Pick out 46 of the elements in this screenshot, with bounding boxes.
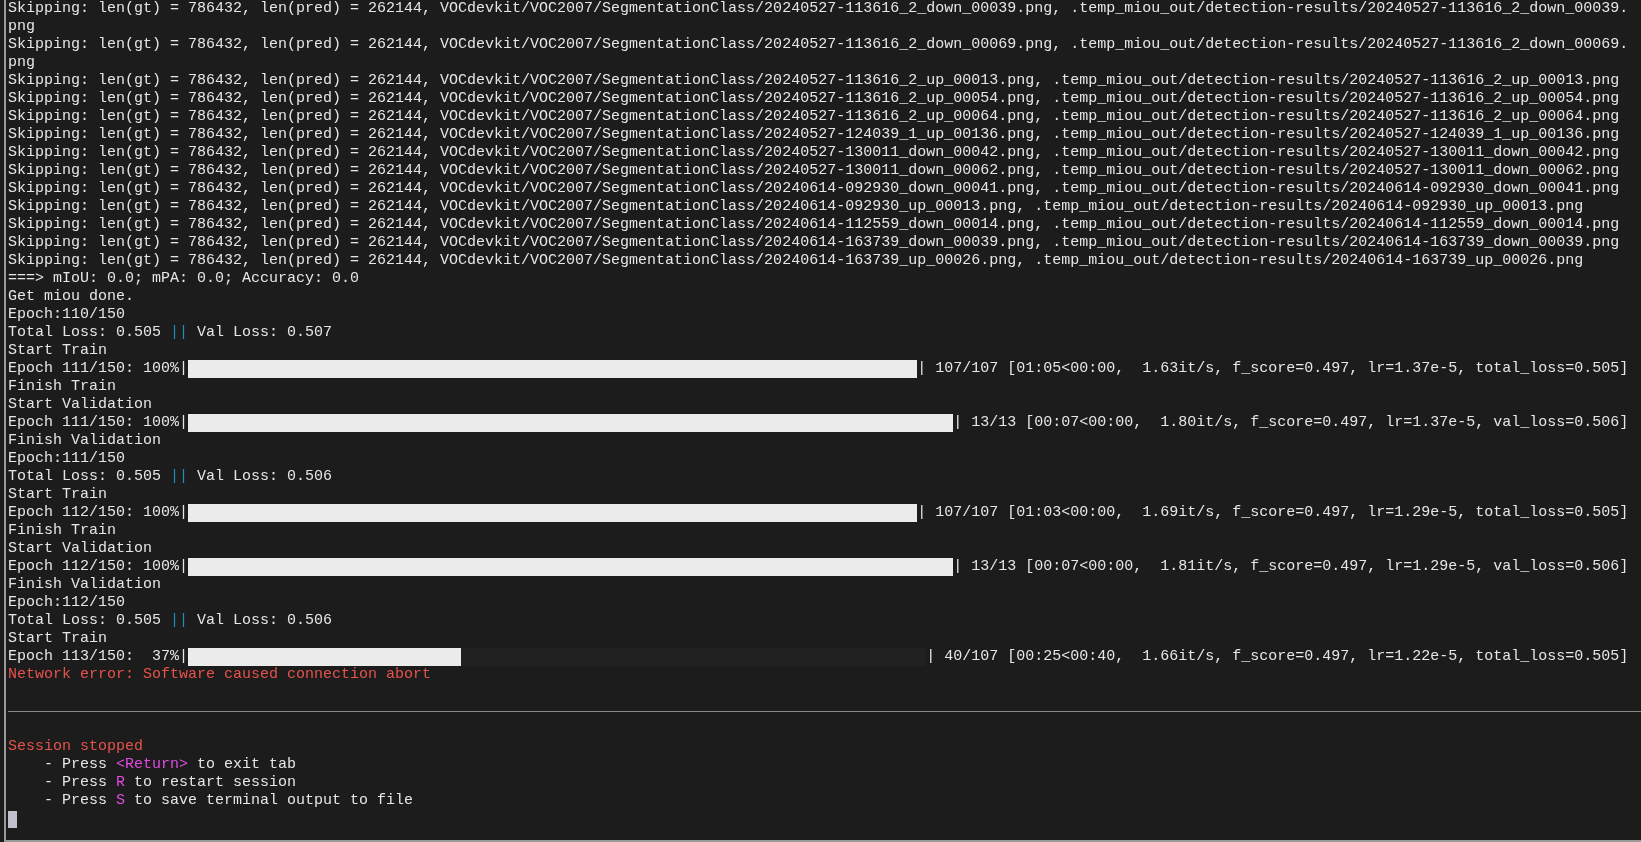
progress-stats: | 40/107 [00:25<00:40, 1.66it/s, f_score=0.497, lr=1.22e-5, total_loss=0.505] <box>926 648 1629 666</box>
instruction-text: - Press <Return> to exit tab <box>43 756 297 774</box>
terminal-line: Start Train <box>8 630 109 648</box>
text-cursor <box>8 810 17 828</box>
progress-label: Epoch 113/150: 37%| <box>8 648 189 666</box>
terminal-line: Epoch:110/150 <box>8 306 127 324</box>
terminal-line: Skipping: len(gt) = 786432, len(pred) = 262144, VOCdevkit/VOC2007/SegmentationClass/20240614-163739_down_00039.png, .temp_miou_out/detection-results/20240614-163739_down_00039.png <box>8 234 1621 252</box>
instruction-text: - Press R to restart session <box>43 774 297 792</box>
progress-label: Epoch 112/150: 100%| <box>8 558 189 576</box>
progress-label: Epoch 111/150: 100%| <box>8 360 189 378</box>
terminal-line: Finish Validation <box>8 432 163 450</box>
progress-stats: | 13/13 [00:07<00:00, 1.80it/s, f_score=0.497, lr=1.37e-5, val_loss=0.506] <box>953 414 1629 432</box>
terminal-line: Skipping: len(gt) = 786432, len(pred) = 262144, VOCdevkit/VOC2007/SegmentationClass/20240614-092930_up_00013.png, .temp_miou_out/detection-results/20240614-092930_up_00013.png <box>8 198 1585 216</box>
terminal-line: Skipping: len(gt) = 786432, len(pred) = 262144, VOCdevkit/VOC2007/SegmentationClass/20240527-113616_2_down_00069.png, .temp_miou_out/detection-results/20240527-113616_2_down_00069.png <box>8 36 1629 72</box>
terminal-line: Skipping: len(gt) = 786432, len(pred) = 262144, VOCdevkit/VOC2007/SegmentationClass/20240614-092930_down_00041.png, .temp_miou_out/detection-results/20240614-092930_down_00041.png <box>8 180 1621 198</box>
terminal-line: Skipping: len(gt) = 786432, len(pred) = 262144, VOCdevkit/VOC2007/SegmentationClass/20240527-130011_down_00062.png, .temp_miou_out/detection-results/20240527-130011_down_00062.png <box>8 162 1621 180</box>
terminal-line: ===> mIoU: 0.0; mPA: 0.0; Accuracy: 0.0 <box>8 270 361 288</box>
terminal-line: Epoch:112/150 <box>8 594 127 612</box>
terminal-line: Skipping: len(gt) = 786432, len(pred) = 262144, VOCdevkit/VOC2007/SegmentationClass/20240527-113616_2_up_00013.png, .temp_miou_out/detection-results/20240527-113616_2_up_00013.png <box>8 72 1621 90</box>
progress-label: Epoch 112/150: 100%| <box>8 504 189 522</box>
loss-summary: Total Loss: 0.505 || Val Loss: 0.507 <box>8 324 334 342</box>
terminal-line: Get miou done. <box>8 288 136 306</box>
terminal-line: Skipping: len(gt) = 786432, len(pred) = 262144, VOCdevkit/VOC2007/SegmentationClass/20240614-112559_down_00014.png, .temp_miou_out/detection-results/20240614-112559_down_00014.png <box>8 216 1621 234</box>
terminal-line: Start Validation <box>8 396 154 414</box>
terminal-line: Finish Train <box>8 378 118 396</box>
terminal-line: Skipping: len(gt) = 786432, len(pred) = 262144, VOCdevkit/VOC2007/SegmentationClass/20240527-124039_1_up_00136.png, .temp_miou_out/detection-results/20240527-124039_1_up_00136.png <box>8 126 1621 144</box>
terminal-line: Skipping: len(gt) = 786432, len(pred) = 262144, VOCdevkit/VOC2007/SegmentationClass/20240527-113616_2_down_00039.png, .temp_miou_out/detection-results/20240527-113616_2_down_00039.png <box>8 0 1629 36</box>
terminal-line: Finish Validation <box>8 576 163 594</box>
terminal-line: Start Validation <box>8 540 154 558</box>
terminal-line: Start Train <box>8 486 109 504</box>
progress-label: Epoch 111/150: 100%| <box>8 414 189 432</box>
error-message: Network error: Software caused connection abort <box>8 666 432 684</box>
error-message: Session stopped <box>8 738 144 756</box>
terminal-line: Epoch:111/150 <box>8 450 127 468</box>
loss-summary: Total Loss: 0.505 || Val Loss: 0.506 <box>8 468 334 486</box>
terminal-line: Skipping: len(gt) = 786432, len(pred) = 262144, VOCdevkit/VOC2007/SegmentationClass/20240527-113616_2_up_00064.png, .temp_miou_out/detection-results/20240527-113616_2_up_00064.png <box>8 108 1621 126</box>
terminal-line: Start Train <box>8 342 109 360</box>
progress-stats: | 107/107 [01:03<00:00, 1.69it/s, f_score=0.497, lr=1.29e-5, total_loss=0.505] <box>917 504 1629 522</box>
loss-summary: Total Loss: 0.505 || Val Loss: 0.506 <box>8 612 334 630</box>
terminal-line: Finish Train <box>8 522 118 540</box>
terminal-line: Skipping: len(gt) = 786432, len(pred) = 262144, VOCdevkit/VOC2007/SegmentationClass/20240527-130011_down_00042.png, .temp_miou_out/detection-results/20240527-130011_down_00042.png <box>8 144 1621 162</box>
instruction-text: - Press S to save terminal output to file <box>43 792 414 810</box>
terminal-line: Skipping: len(gt) = 786432, len(pred) = 262144, VOCdevkit/VOC2007/SegmentationClass/20240527-113616_2_up_00054.png, .temp_miou_out/detection-results/20240527-113616_2_up_00054.png <box>8 90 1621 108</box>
terminal-line: Skipping: len(gt) = 786432, len(pred) = 262144, VOCdevkit/VOC2007/SegmentationClass/20240614-163739_up_00026.png, .temp_miou_out/detection-results/20240614-163739_up_00026.png <box>8 252 1585 270</box>
progress-stats: | 13/13 [00:07<00:00, 1.81it/s, f_score=0.497, lr=1.29e-5, val_loss=0.506] <box>953 558 1629 576</box>
progress-stats: | 107/107 [01:05<00:00, 1.63it/s, f_score=0.497, lr=1.37e-5, total_loss=0.505] <box>917 360 1629 378</box>
